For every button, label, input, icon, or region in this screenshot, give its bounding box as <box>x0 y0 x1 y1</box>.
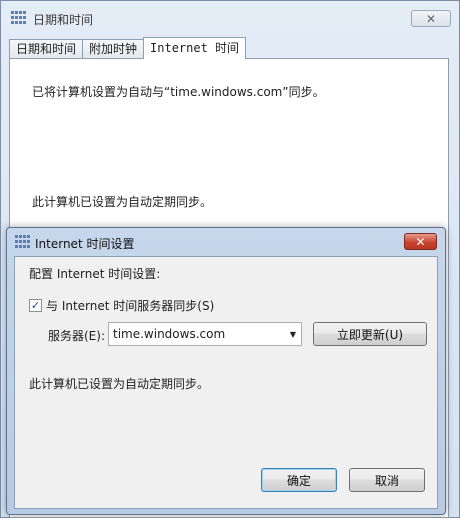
sync-status-text: 此计算机已设置为自动定期同步。 <box>32 195 213 209</box>
sync-checkbox-label[interactable]: 与 Internet 时间服务器同步(S) <box>46 297 214 314</box>
close-icon: ✕ <box>425 11 437 26</box>
config-label: 配置 Internet 时间设置: <box>29 267 161 281</box>
chevron-down-icon[interactable]: ▼ <box>285 330 301 339</box>
dialog-body: 配置 Internet 时间设置: ✓ 与 Internet 时间服务器同步(S… <box>14 256 438 509</box>
close-icon: ✕ <box>415 234 426 249</box>
dialog-title: Internet 时间设置 <box>35 237 135 251</box>
calendar-clock-icon <box>15 235 31 249</box>
tab-strip: 日期和时间 附加时钟 Internet 时间 <box>9 37 247 59</box>
sync-checkbox-row[interactable]: ✓ 与 Internet 时间服务器同步(S) <box>29 297 214 314</box>
tab-date-time[interactable]: 日期和时间 <box>9 39 84 59</box>
internet-time-settings-dialog: Internet 时间设置 ✕ 配置 Internet 时间设置: ✓ 与 In… <box>6 227 446 515</box>
sync-checkbox[interactable]: ✓ <box>29 299 42 312</box>
server-combobox[interactable]: time.windows.com ▼ <box>108 322 302 346</box>
main-close-button[interactable]: ✕ <box>411 10 451 27</box>
window-title: 日期和时间 <box>33 13 94 27</box>
checkmark-icon: ✓ <box>30 299 41 312</box>
update-now-button[interactable]: 立即更新(U) <box>313 322 427 346</box>
calendar-clock-icon <box>11 11 27 25</box>
tab-additional-clocks[interactable]: 附加时钟 <box>82 39 145 59</box>
ok-button[interactable]: 确定 <box>261 468 337 492</box>
server-label: 服务器(E): <box>48 329 105 343</box>
tab-internet-time[interactable]: Internet 时间 <box>143 37 247 59</box>
dialog-status-text: 此计算机已设置为自动定期同步。 <box>29 377 210 391</box>
cancel-button[interactable]: 取消 <box>349 468 425 492</box>
dialog-close-button[interactable]: ✕ <box>404 233 437 250</box>
dialog-titlebar: Internet 时间设置 ✕ <box>7 228 445 256</box>
server-value[interactable]: time.windows.com <box>113 327 285 341</box>
sync-source-text: 已将计算机设置为自动与“time.windows.com”同步。 <box>32 85 325 99</box>
main-titlebar: 日期和时间 ✕ <box>1 1 459 35</box>
